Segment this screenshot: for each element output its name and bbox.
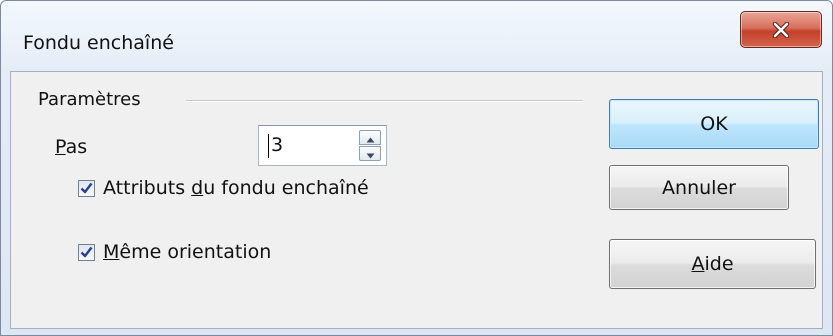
close-button[interactable] xyxy=(740,11,822,48)
dialog-body: Paramètres Pas 3 Attributs du fondu ench… xyxy=(10,71,823,329)
cancel-button[interactable]: Annuler xyxy=(609,165,789,210)
same-orientation-label-rest: ême orientation xyxy=(119,241,272,263)
checkmark-icon xyxy=(80,179,93,198)
steps-spinbox[interactable]: 3 xyxy=(258,125,387,166)
text-cursor xyxy=(268,134,269,158)
crossfade-attributes-checkbox[interactable] xyxy=(78,179,95,198)
help-button[interactable]: Aide xyxy=(609,239,816,289)
title-bar[interactable]: Fondu enchaîné xyxy=(1,1,832,71)
spin-up-button[interactable] xyxy=(359,130,381,145)
dialog-window: Fondu enchaîné Paramètres Pas 3 Attribut… xyxy=(0,0,833,336)
close-icon xyxy=(772,21,790,38)
arrow-down-icon xyxy=(366,144,375,163)
help-label-rest: ide xyxy=(704,253,734,275)
checkmark-icon xyxy=(80,243,93,262)
steps-label-mnemonic: P xyxy=(55,136,66,158)
same-orientation-label[interactable]: Même orientation xyxy=(103,241,271,263)
ok-button[interactable]: OK xyxy=(609,99,819,149)
same-orientation-checkbox[interactable] xyxy=(78,243,95,262)
group-label-parametres: Paramètres xyxy=(38,89,141,110)
steps-value[interactable]: 3 xyxy=(271,134,283,156)
crossfade-attributes-option[interactable]: Attributs du fondu enchaîné xyxy=(78,177,369,199)
same-orientation-mnemonic: M xyxy=(103,241,120,263)
help-mnemonic: A xyxy=(691,253,705,275)
group-divider xyxy=(186,100,583,102)
crossfade-label-part1: Attributs xyxy=(103,177,192,199)
crossfade-label-mnemonic: d xyxy=(191,177,204,199)
steps-label-rest: as xyxy=(65,136,88,158)
window-title: Fondu enchaîné xyxy=(23,32,174,54)
same-orientation-option[interactable]: Même orientation xyxy=(78,241,271,263)
spin-buttons xyxy=(359,130,381,161)
spin-down-button[interactable] xyxy=(359,146,381,161)
steps-label: Pas xyxy=(55,136,87,158)
crossfade-label-part2: u fondu enchaîné xyxy=(203,177,369,199)
crossfade-attributes-label[interactable]: Attributs du fondu enchaîné xyxy=(103,177,369,199)
